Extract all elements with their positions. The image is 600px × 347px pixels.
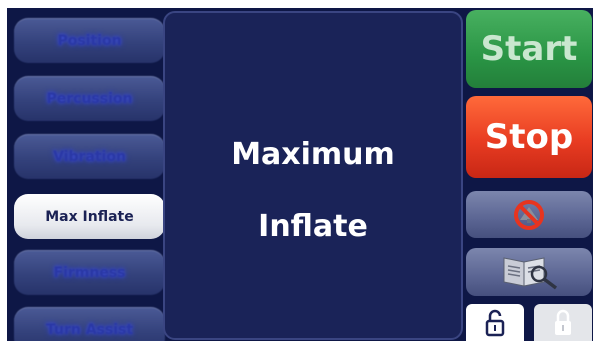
unlocked-padlock-icon <box>485 309 505 336</box>
menu-button-vibration[interactable]: Vibration <box>14 134 165 179</box>
menu-button-percussion[interactable]: Percussion <box>14 76 165 121</box>
menu-button-firmness[interactable]: Firmness <box>14 250 165 295</box>
menu-button-max-inflate[interactable]: Max Inflate <box>14 194 165 239</box>
menu-button-label: Firmness <box>53 264 126 281</box>
mode-title-line-2: Inflate <box>258 209 368 244</box>
manual-button[interactable] <box>466 248 592 296</box>
locked-padlock-icon <box>555 309 571 335</box>
start-button[interactable]: Start <box>466 10 592 88</box>
menu-button-label: Position <box>57 32 122 49</box>
lock-button[interactable] <box>534 304 592 341</box>
unlock-button[interactable] <box>466 304 524 341</box>
no-symbol-icon <box>514 199 544 230</box>
alarm-silence-button[interactable] <box>466 191 592 238</box>
menu-button-label: Vibration <box>53 148 126 165</box>
menu-button-label: Percussion <box>46 90 133 107</box>
manual-book-icon <box>503 257 558 290</box>
bed-control-screen: Position Percussion Vibration Max Inflat… <box>7 8 593 341</box>
start-button-label: Start <box>480 29 578 69</box>
stop-button[interactable]: Stop <box>466 96 592 178</box>
menu-button-turn-assist[interactable]: Turn Assist <box>14 307 165 341</box>
menu-button-label: Turn Assist <box>45 321 134 338</box>
menu-button-position[interactable]: Position <box>14 18 165 63</box>
mode-display-panel: Maximum Inflate <box>163 11 463 340</box>
menu-button-label: Max Inflate <box>45 208 134 225</box>
stop-button-label: Stop <box>484 117 574 157</box>
mode-title-line-1: Maximum <box>231 137 395 172</box>
